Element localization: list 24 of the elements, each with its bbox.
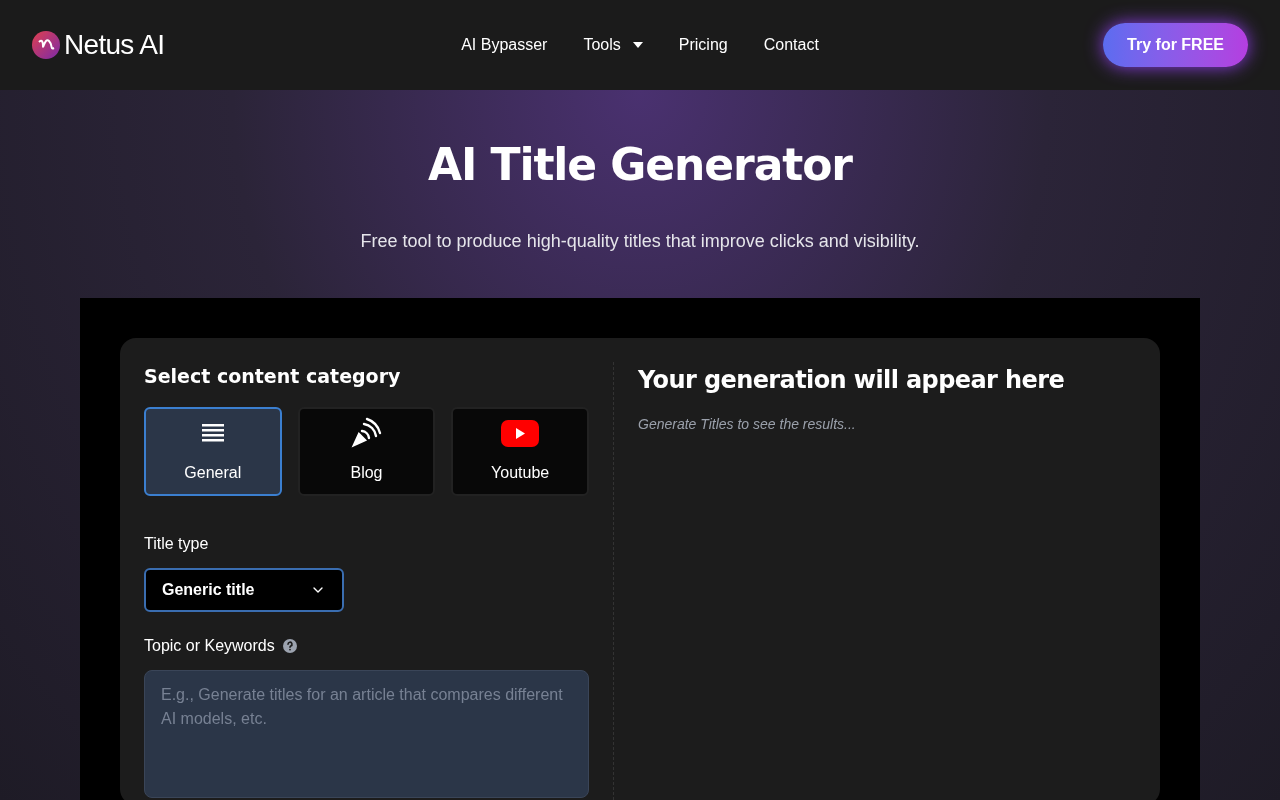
logo-icon bbox=[32, 31, 60, 59]
page-title: AI Title Generator bbox=[428, 138, 852, 192]
pen-nib-icon bbox=[350, 417, 383, 449]
field-label: Topic or Keywords bbox=[144, 635, 275, 656]
output-hint: Generate Titles to see the results... bbox=[638, 415, 857, 434]
category-option[interactable]: Blog bbox=[297, 406, 436, 496]
play-button-icon bbox=[501, 419, 540, 447]
page-subtitle: Free tool to produce high-quality titles that improve clicks and visibility. bbox=[360, 230, 920, 253]
category-option[interactable]: General bbox=[144, 406, 282, 496]
caret-icon bbox=[632, 42, 643, 48]
field-label: Title type bbox=[144, 533, 210, 554]
section-heading: Select content category bbox=[144, 364, 402, 389]
output-heading: Your generation will appear here bbox=[638, 365, 1066, 396]
nav-link[interactable]: Pricing bbox=[678, 33, 728, 57]
logo-text: Netus AI bbox=[64, 28, 165, 62]
title-type-dropdown[interactable]: Generic title bbox=[144, 567, 344, 612]
category-option[interactable]: Youtube bbox=[451, 406, 589, 496]
nav-dropdown[interactable]: Tools bbox=[583, 33, 643, 57]
help-icon bbox=[282, 638, 297, 653]
nav-link[interactable]: AI Bypasser bbox=[461, 33, 548, 57]
lines-icon bbox=[201, 423, 224, 443]
try-free-button[interactable]: Try for FREE bbox=[1103, 23, 1248, 67]
nav-link[interactable]: Contact bbox=[763, 33, 819, 57]
topic-input-field[interactable]: E.g., Generate titles for an article that compares different AI models, etc. bbox=[144, 669, 589, 798]
